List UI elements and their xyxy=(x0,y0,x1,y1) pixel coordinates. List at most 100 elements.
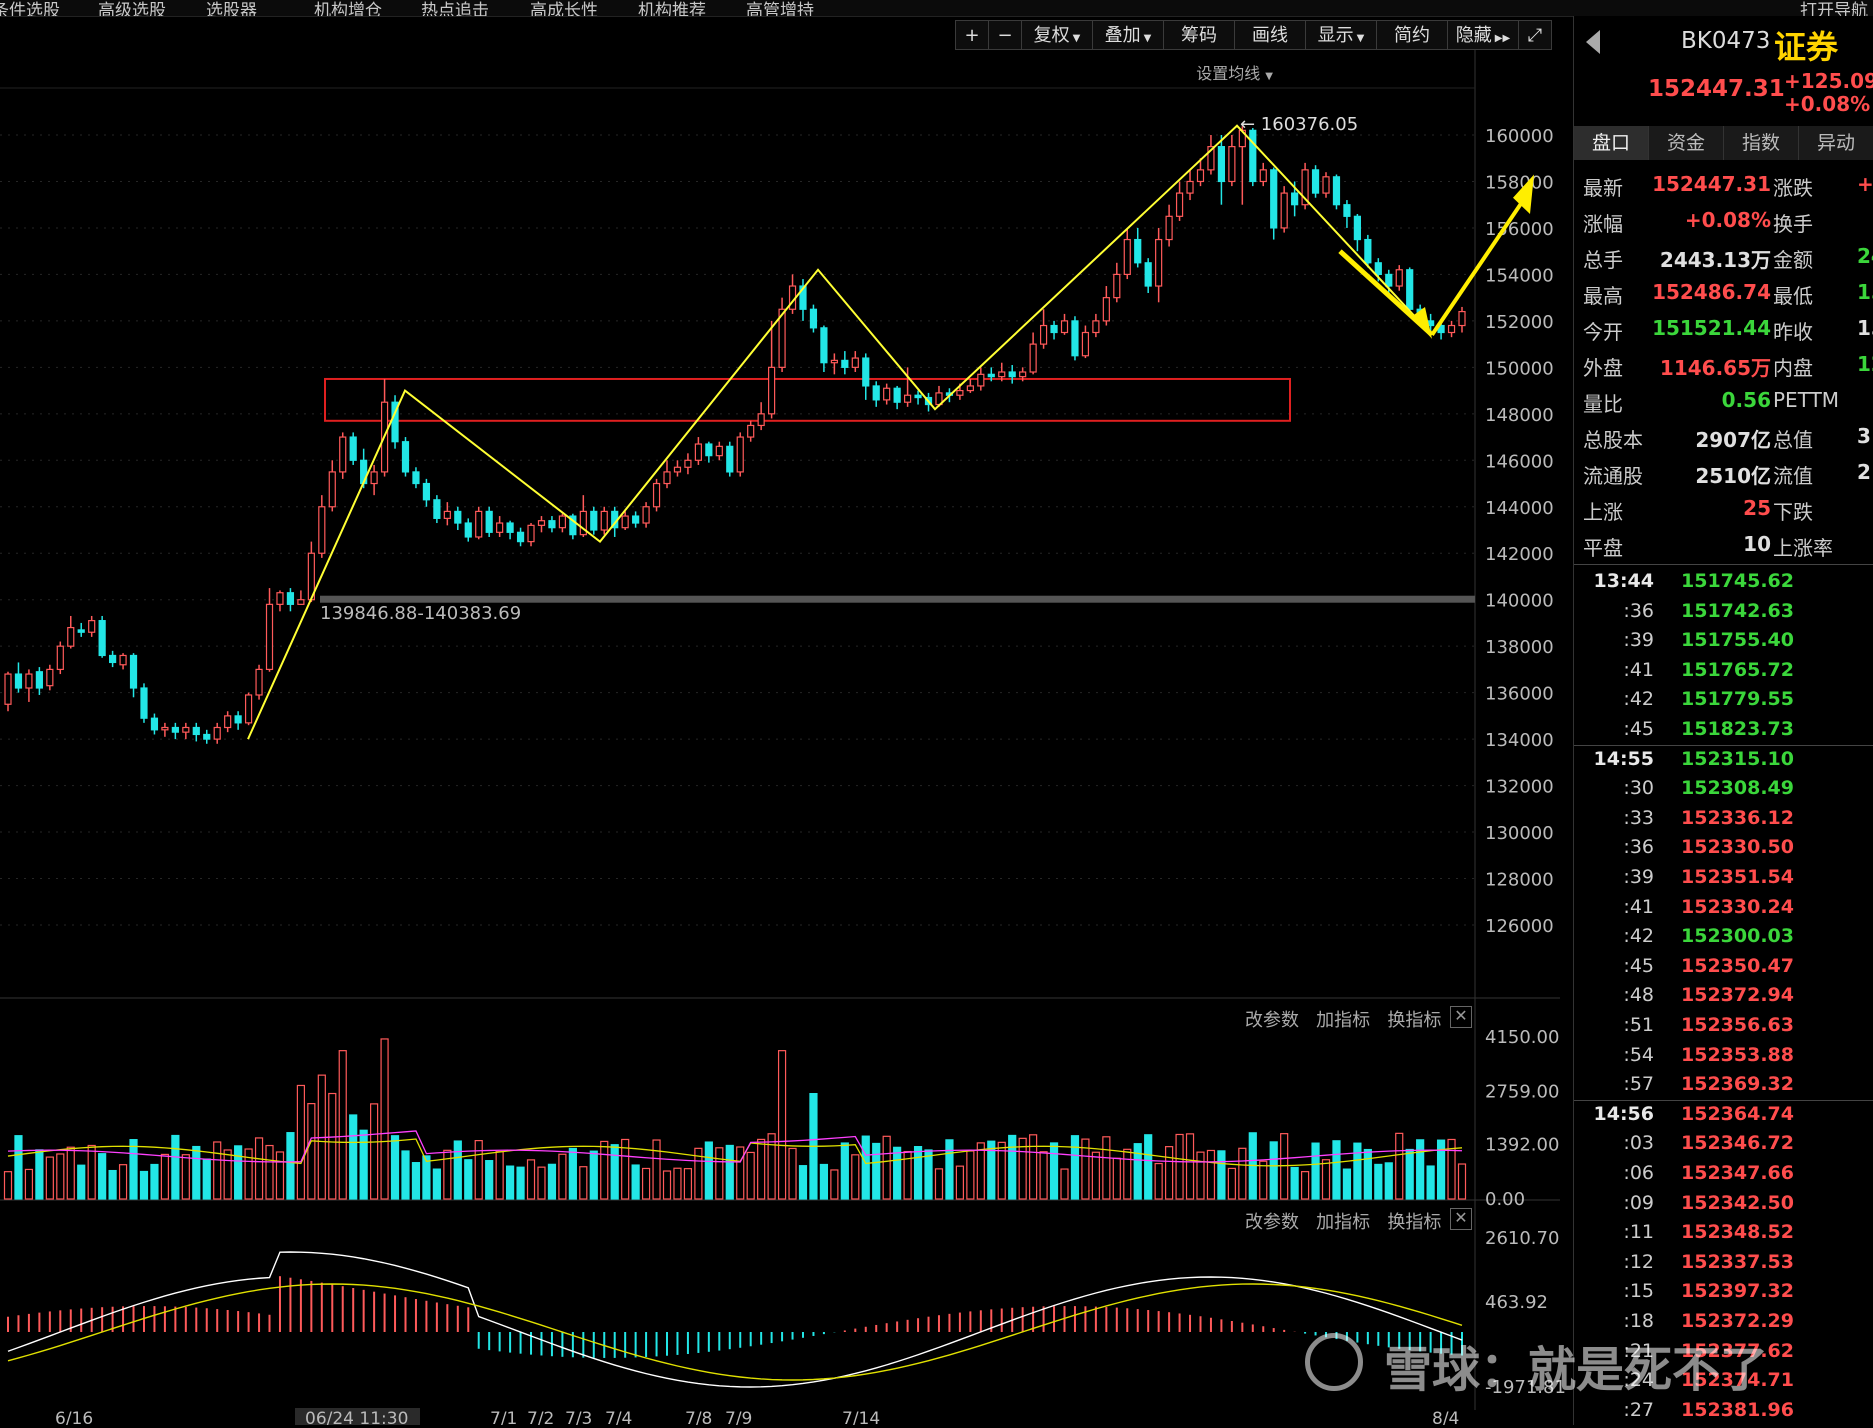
back-arrow-icon[interactable] xyxy=(1586,30,1600,54)
edit-params-button[interactable]: 改参数 xyxy=(1245,1212,1299,1233)
candle-body xyxy=(820,327,828,364)
quote-label: 平盘 xyxy=(1583,536,1623,560)
candle-body xyxy=(977,373,985,387)
candle-body xyxy=(129,654,138,689)
volume-bar xyxy=(547,1163,557,1200)
candle-body xyxy=(1019,371,1027,378)
candle-body xyxy=(464,522,472,538)
candle-body xyxy=(4,673,12,705)
menu-item[interactable]: 高级选股 xyxy=(98,0,166,16)
tick-time: 14:55 xyxy=(1593,747,1654,770)
overlay-button[interactable]: 叠加 ▼ xyxy=(1092,20,1164,50)
y-tick-label: 126000 xyxy=(1485,916,1554,937)
menu-item[interactable]: 机构增仓 xyxy=(314,0,382,16)
volume-bar xyxy=(411,1162,421,1200)
candle-body xyxy=(1029,343,1037,373)
zoom-out-button[interactable]: − xyxy=(988,20,1022,50)
tick-row: :27 152381.96 xyxy=(1574,1399,1873,1428)
add-indicator-button[interactable]: 加指标 xyxy=(1316,1212,1370,1233)
candle-body xyxy=(14,673,23,689)
quote-label: 总值 xyxy=(1773,428,1813,452)
menu-item[interactable]: 条件选股 xyxy=(0,0,60,16)
volume-bar xyxy=(1018,1137,1027,1200)
candle-body xyxy=(234,715,242,724)
menu-item[interactable]: 打开导航 xyxy=(1800,0,1868,16)
volume-bar xyxy=(1227,1167,1236,1200)
quote-label: 昨收 xyxy=(1773,320,1813,344)
volume-bar xyxy=(3,1171,13,1200)
volume-bar xyxy=(1206,1149,1216,1200)
candle-body xyxy=(548,520,556,529)
volume-bar xyxy=(443,1149,452,1200)
divider xyxy=(1574,744,1873,746)
candle-body xyxy=(56,645,64,671)
volume-bar xyxy=(924,1149,933,1200)
tab-anomaly[interactable]: 异动 xyxy=(1799,126,1873,160)
tick-price: 152348.52 xyxy=(1681,1221,1794,1244)
restore-rights-button[interactable]: 复权 ▼ xyxy=(1021,20,1093,50)
ma-setting-link[interactable]: 设置均线 ▼ xyxy=(1196,60,1273,84)
tab-orderbook[interactable]: 盘口 xyxy=(1574,126,1649,160)
quote-label: 金额 xyxy=(1773,248,1813,272)
chart-toolbar: + − 复权 ▼ 叠加 ▼ 筹码 画线 显示 ▼ 简约 隐藏 ▶▶ ⤢ xyxy=(955,20,1552,52)
draw-line-button[interactable]: 画线 xyxy=(1234,20,1306,50)
volume-bar xyxy=(390,1135,400,1200)
quote-row: 今开 151521.44昨收 152 xyxy=(1583,316,1873,352)
menu-item[interactable]: 热点追击 xyxy=(421,0,489,16)
switch-indicator-button[interactable]: 换指标 xyxy=(1387,1010,1441,1031)
volume-bar xyxy=(213,1141,222,1200)
menu-item[interactable]: 高成长性 xyxy=(530,0,598,16)
candle-body xyxy=(883,387,891,401)
volume-bar xyxy=(757,1138,766,1200)
candle-body xyxy=(1165,215,1173,241)
volume-bar xyxy=(422,1155,431,1200)
tick-row: :39 152351.54 xyxy=(1574,866,1873,896)
volume-bar xyxy=(223,1149,232,1200)
tick-row: 14:55 152315.10 xyxy=(1574,748,1873,778)
quote-label: 外盘 xyxy=(1583,356,1623,380)
y-tick-label: 158000 xyxy=(1485,172,1554,193)
volume-bar xyxy=(1395,1132,1404,1200)
quote-value: 1146.65万 xyxy=(1659,356,1771,380)
chevron-down-icon: ▼ xyxy=(1265,71,1273,82)
tick-time: :09 xyxy=(1623,1191,1654,1214)
candle-body xyxy=(454,510,462,524)
hide-button[interactable]: 隐藏 ▶▶ xyxy=(1447,20,1519,50)
menu-item[interactable]: 高管增持 xyxy=(746,0,814,16)
volume-bar xyxy=(1363,1148,1372,1200)
zoom-in-button[interactable]: + xyxy=(955,20,989,50)
display-button[interactable]: 显示 ▼ xyxy=(1305,20,1377,50)
chips-button[interactable]: 筹码 xyxy=(1163,20,1235,50)
fullscreen-icon[interactable]: ⤢ xyxy=(1518,20,1552,50)
add-indicator-button[interactable]: 加指标 xyxy=(1316,1010,1370,1031)
candle-body xyxy=(1322,176,1330,194)
edit-params-button[interactable]: 改参数 xyxy=(1245,1010,1299,1031)
menu-item[interactable]: 选股器 xyxy=(206,0,257,16)
close-icon[interactable]: ✕ xyxy=(1450,1208,1472,1230)
tab-index[interactable]: 指数 xyxy=(1724,126,1799,160)
candle-body xyxy=(496,522,504,533)
volume-bar xyxy=(45,1156,54,1200)
quote-value: 152 xyxy=(1857,316,1873,340)
y-tick-label: 150000 xyxy=(1485,358,1554,379)
tick-row: :06 152347.66 xyxy=(1574,1162,1873,1192)
volume-bar xyxy=(526,1159,536,1200)
switch-indicator-button[interactable]: 换指标 xyxy=(1387,1212,1441,1233)
tick-time: :45 xyxy=(1623,954,1654,977)
close-icon[interactable]: ✕ xyxy=(1450,1006,1472,1028)
candle-body xyxy=(1228,146,1236,183)
candle-body xyxy=(46,668,54,687)
candle-body xyxy=(98,620,106,657)
tick-price: 151745.62 xyxy=(1681,570,1794,592)
quote-label: 流值 xyxy=(1773,464,1813,488)
volume-bar xyxy=(966,1150,975,1200)
simple-button[interactable]: 简约 xyxy=(1376,20,1448,50)
macd-dif-line xyxy=(7,1251,1463,1388)
tick-time: :39 xyxy=(1623,866,1654,888)
chevron-down-icon: ▼ xyxy=(1072,33,1081,44)
volume-bar xyxy=(1321,1159,1331,1200)
tick-row: :03 152346.72 xyxy=(1574,1132,1873,1162)
tick-time: :18 xyxy=(1623,1310,1654,1332)
menu-item[interactable]: 机构推荐 xyxy=(638,0,706,16)
tab-funds[interactable]: 资金 xyxy=(1649,126,1724,160)
